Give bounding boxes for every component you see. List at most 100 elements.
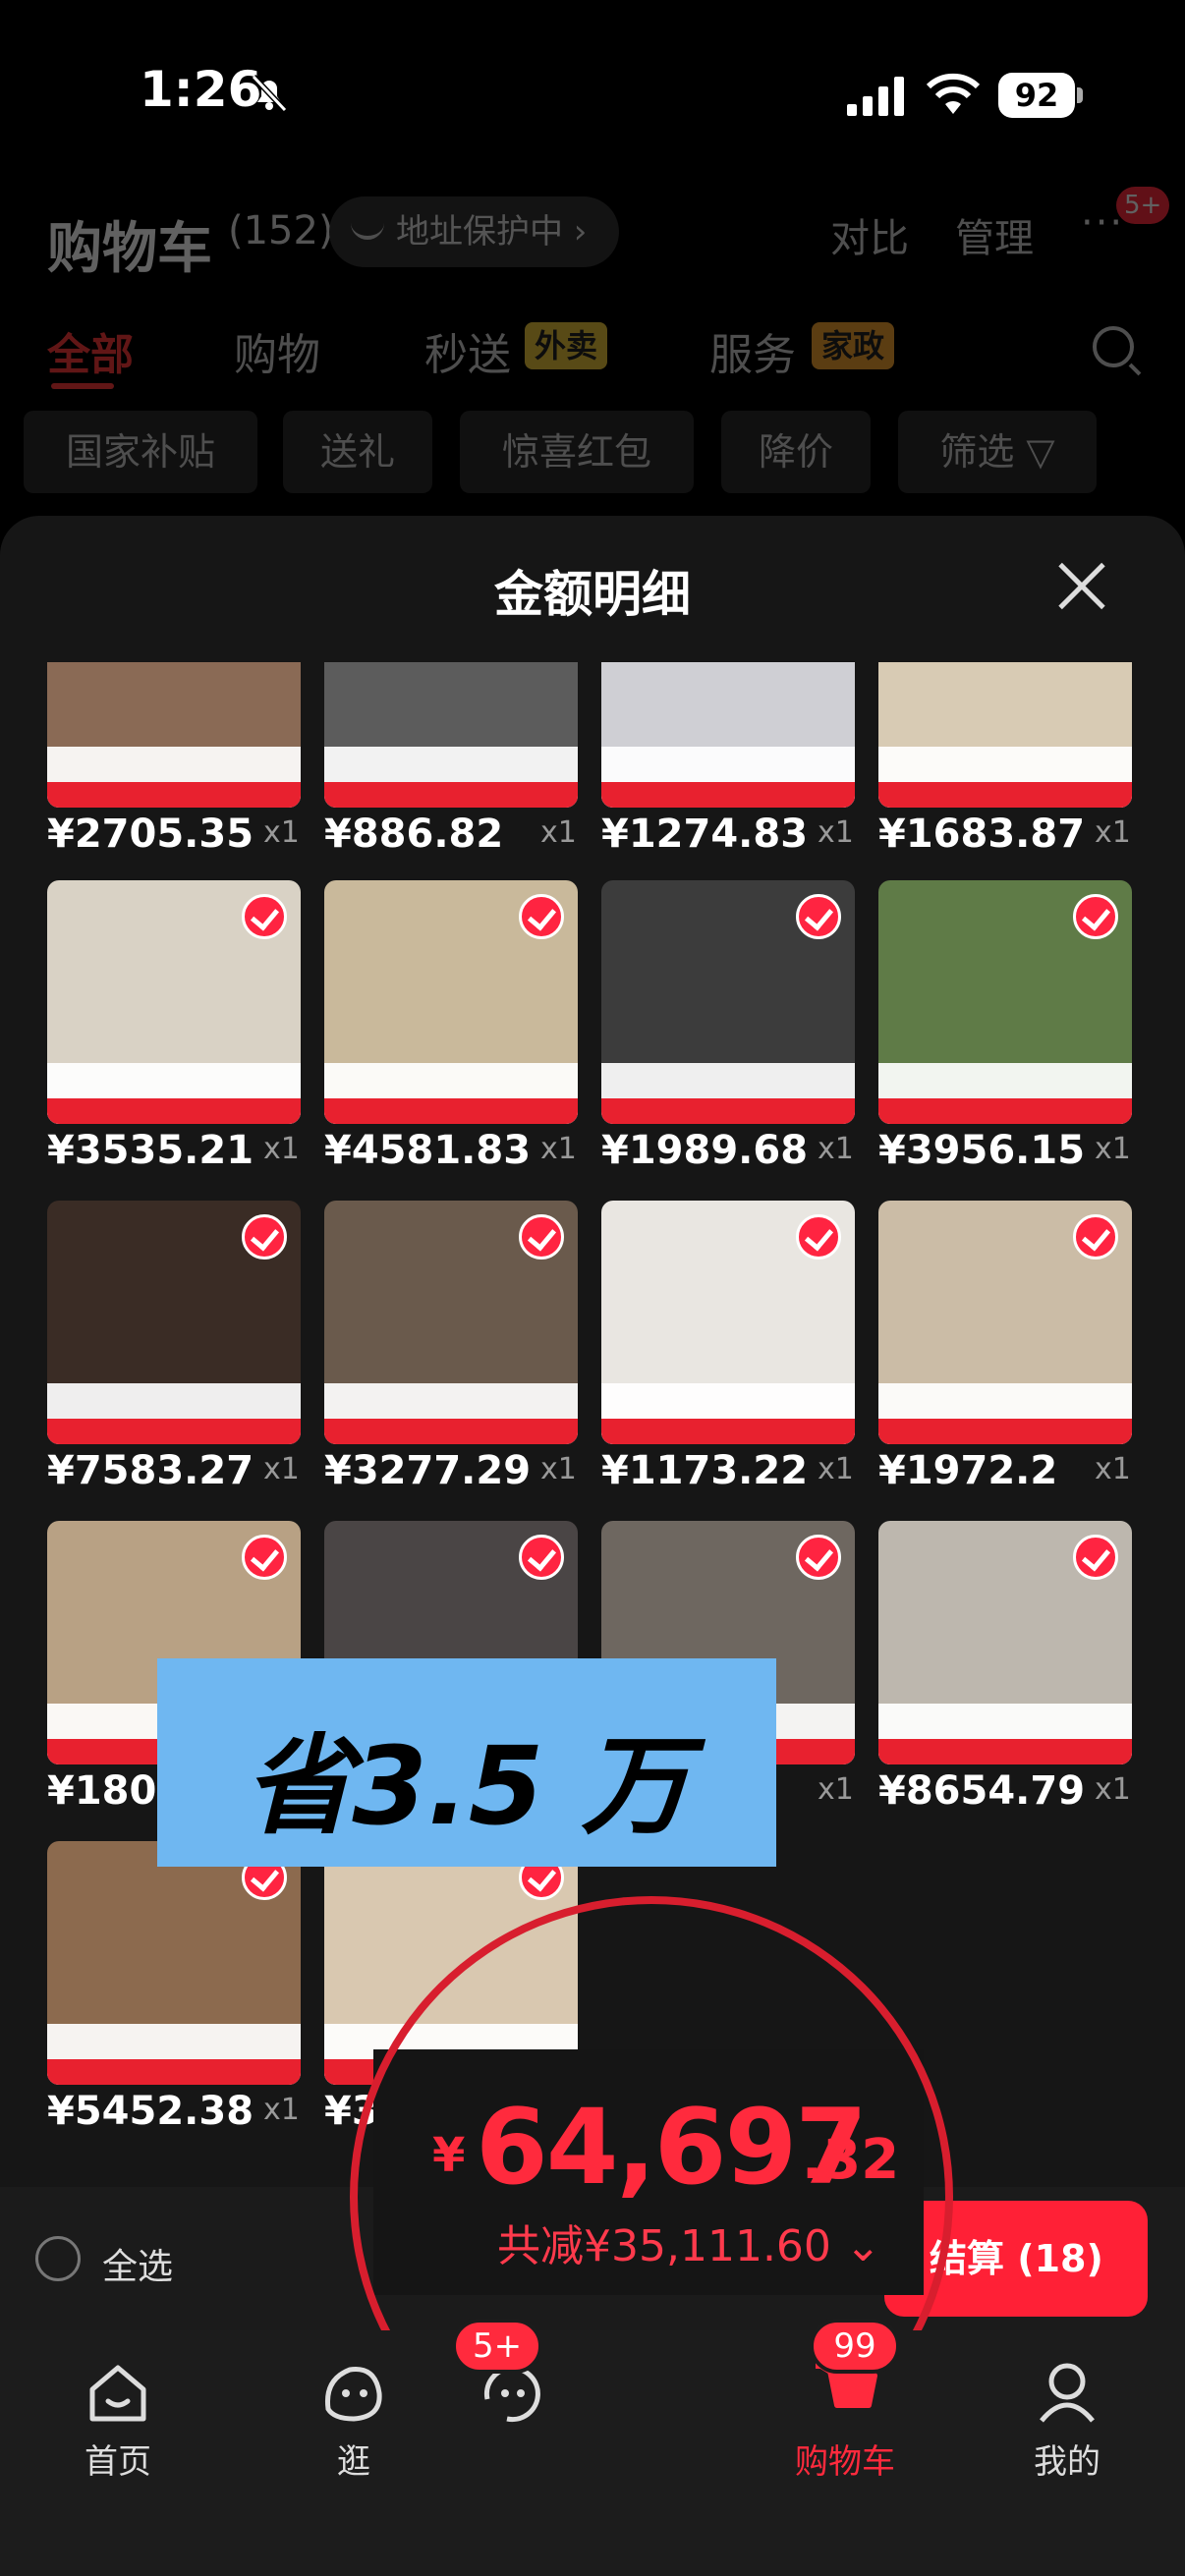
product-price: ¥886.82 <box>324 812 504 857</box>
product-quantity: x1 <box>1095 1772 1131 1807</box>
product-thumbnail[interactable] <box>47 1201 301 1444</box>
select-all-checkbox[interactable] <box>35 2236 81 2281</box>
product-thumbnail[interactable] <box>324 662 578 808</box>
product-item[interactable]: ¥1972.2 x1 <box>878 1201 1156 1495</box>
wifi-icon <box>926 73 981 114</box>
promo-bar <box>601 1419 855 1444</box>
takeout-badge: 外卖 <box>525 322 608 369</box>
cart-count: (152) <box>228 208 334 253</box>
product-item[interactable]: ¥1989.68 x1 <box>601 880 878 1175</box>
product-price: ¥3956.15 <box>878 1128 1086 1173</box>
product-thumbnail[interactable] <box>878 1521 1132 1764</box>
product-price: ¥8654.79 <box>878 1768 1086 1814</box>
chip-price-drop[interactable]: 降价 <box>721 411 871 493</box>
address-protection-pill[interactable]: 地址保护中 › <box>329 196 619 267</box>
product-quantity: x1 <box>1095 1452 1131 1486</box>
tabbar-me[interactable]: 我的 <box>969 2330 1165 2527</box>
smile-icon <box>351 220 384 240</box>
product-item[interactable]: ¥886.82 x1 <box>324 662 601 859</box>
product-thumbnail[interactable] <box>601 880 855 1124</box>
product-thumbnail[interactable] <box>324 880 578 1124</box>
product-item[interactable]: ¥1683.87 x1 <box>878 662 1156 859</box>
product-price: ¥5452.38 <box>47 2089 254 2134</box>
selected-check-icon[interactable] <box>519 1214 564 1260</box>
selected-check-icon[interactable] <box>242 1214 287 1260</box>
product-item[interactable]: ¥4581.83 x1 <box>324 880 601 1175</box>
cart-badge: 99 <box>810 2319 900 2374</box>
tabbar-message[interactable]: 5+ <box>413 2319 609 2527</box>
product-thumbnail[interactable] <box>47 1841 301 2085</box>
product-item[interactable]: ¥3277.29 x1 <box>324 1201 601 1495</box>
tabbar-cart[interactable]: 购物车 99 <box>747 2319 943 2527</box>
product-item[interactable]: ¥3956.15 x1 <box>878 880 1156 1175</box>
product-quantity: x1 <box>818 1452 854 1486</box>
product-quantity: x1 <box>540 815 577 850</box>
status-bar: 1:26 92 <box>0 0 1185 187</box>
product-quantity: x1 <box>263 815 300 850</box>
selected-check-icon[interactable] <box>242 894 287 939</box>
close-icon[interactable] <box>1055 559 1108 612</box>
cart-page-background: 购物车 (152) 地址保护中 › 对比 管理 ··· 5+ 全部 购物 秒送 … <box>0 177 1185 511</box>
product-item[interactable]: ¥8654.79 x1 <box>878 1521 1156 1816</box>
page-title: 购物车 <box>47 217 212 281</box>
tabbar-cart-label: 购物车 <box>795 2442 895 2482</box>
product-item[interactable]: ¥1274.83 x1 <box>601 662 878 859</box>
product-quantity: x1 <box>540 1452 577 1486</box>
tab-services[interactable]: 服务 <box>709 319 796 382</box>
promo-bar <box>601 782 855 808</box>
bottom-tab-bar: 首页 逛 5+ 购物车 99 我的 <box>0 2319 1185 2576</box>
product-thumbnail[interactable] <box>878 662 1132 808</box>
battery-level: 92 <box>998 73 1075 118</box>
chip-filter[interactable]: 筛选 ▽ <box>898 411 1097 493</box>
product-thumbnail[interactable] <box>47 662 301 808</box>
more-badge: 5+ <box>1116 187 1170 224</box>
product-item[interactable]: ¥1173.22 x1 <box>601 1201 878 1495</box>
promo-bar <box>878 782 1132 808</box>
promo-bar <box>324 1098 578 1124</box>
tab-shopping[interactable]: 购物 <box>234 319 320 382</box>
product-thumbnail[interactable] <box>878 880 1132 1124</box>
product-item[interactable]: ¥7583.27 x1 <box>47 1201 324 1495</box>
search-icon[interactable] <box>1093 326 1134 367</box>
cellular-signal-icon <box>847 77 904 116</box>
product-item[interactable]: ¥2705.35 x1 <box>47 662 324 859</box>
selected-check-icon[interactable] <box>1073 1214 1118 1260</box>
product-item[interactable]: ¥3535.21 x1 <box>47 880 324 1175</box>
selected-check-icon[interactable] <box>519 1535 564 1580</box>
product-item[interactable]: ¥5452.38 x1 <box>47 1841 324 2136</box>
tab-all[interactable]: 全部 <box>47 319 134 382</box>
product-quantity: x1 <box>1095 1132 1131 1166</box>
tabbar-home[interactable]: 首页 <box>20 2330 216 2527</box>
product-quantity: x1 <box>263 2093 300 2127</box>
sheet-title: 金额明细 <box>494 566 691 623</box>
product-quantity: x1 <box>818 815 854 850</box>
manage-button[interactable]: 管理 <box>955 206 1034 263</box>
message-badge: 5+ <box>452 2319 542 2374</box>
selected-check-icon[interactable] <box>242 1535 287 1580</box>
selected-check-icon[interactable] <box>796 1214 841 1260</box>
product-thumbnail[interactable] <box>878 1201 1132 1444</box>
compare-button[interactable]: 对比 <box>830 206 909 263</box>
selected-check-icon[interactable] <box>519 894 564 939</box>
status-time: 1:26 <box>140 61 262 118</box>
tab-instant-delivery[interactable]: 秒送 <box>424 319 511 382</box>
product-price: ¥7583.27 <box>47 1448 254 1493</box>
promo-bar <box>601 1098 855 1124</box>
product-quantity: x1 <box>263 1132 300 1166</box>
chip-red-packet[interactable]: 惊喜红包 <box>460 411 694 493</box>
promo-bar <box>878 1419 1132 1444</box>
product-thumbnail[interactable] <box>324 1201 578 1444</box>
tab-active-indicator <box>51 383 114 389</box>
product-price: ¥1274.83 <box>601 812 809 857</box>
product-thumbnail[interactable] <box>601 662 855 808</box>
selected-check-icon[interactable] <box>796 894 841 939</box>
selected-check-icon[interactable] <box>796 1535 841 1580</box>
chip-national-subsidy[interactable]: 国家补贴 <box>24 411 257 493</box>
product-price: ¥2705.35 <box>47 812 254 857</box>
selected-check-icon[interactable] <box>1073 1535 1118 1580</box>
promo-bar <box>47 1098 301 1124</box>
chip-gift[interactable]: 送礼 <box>283 411 432 493</box>
product-thumbnail[interactable] <box>601 1201 855 1444</box>
selected-check-icon[interactable] <box>1073 894 1118 939</box>
product-thumbnail[interactable] <box>47 880 301 1124</box>
